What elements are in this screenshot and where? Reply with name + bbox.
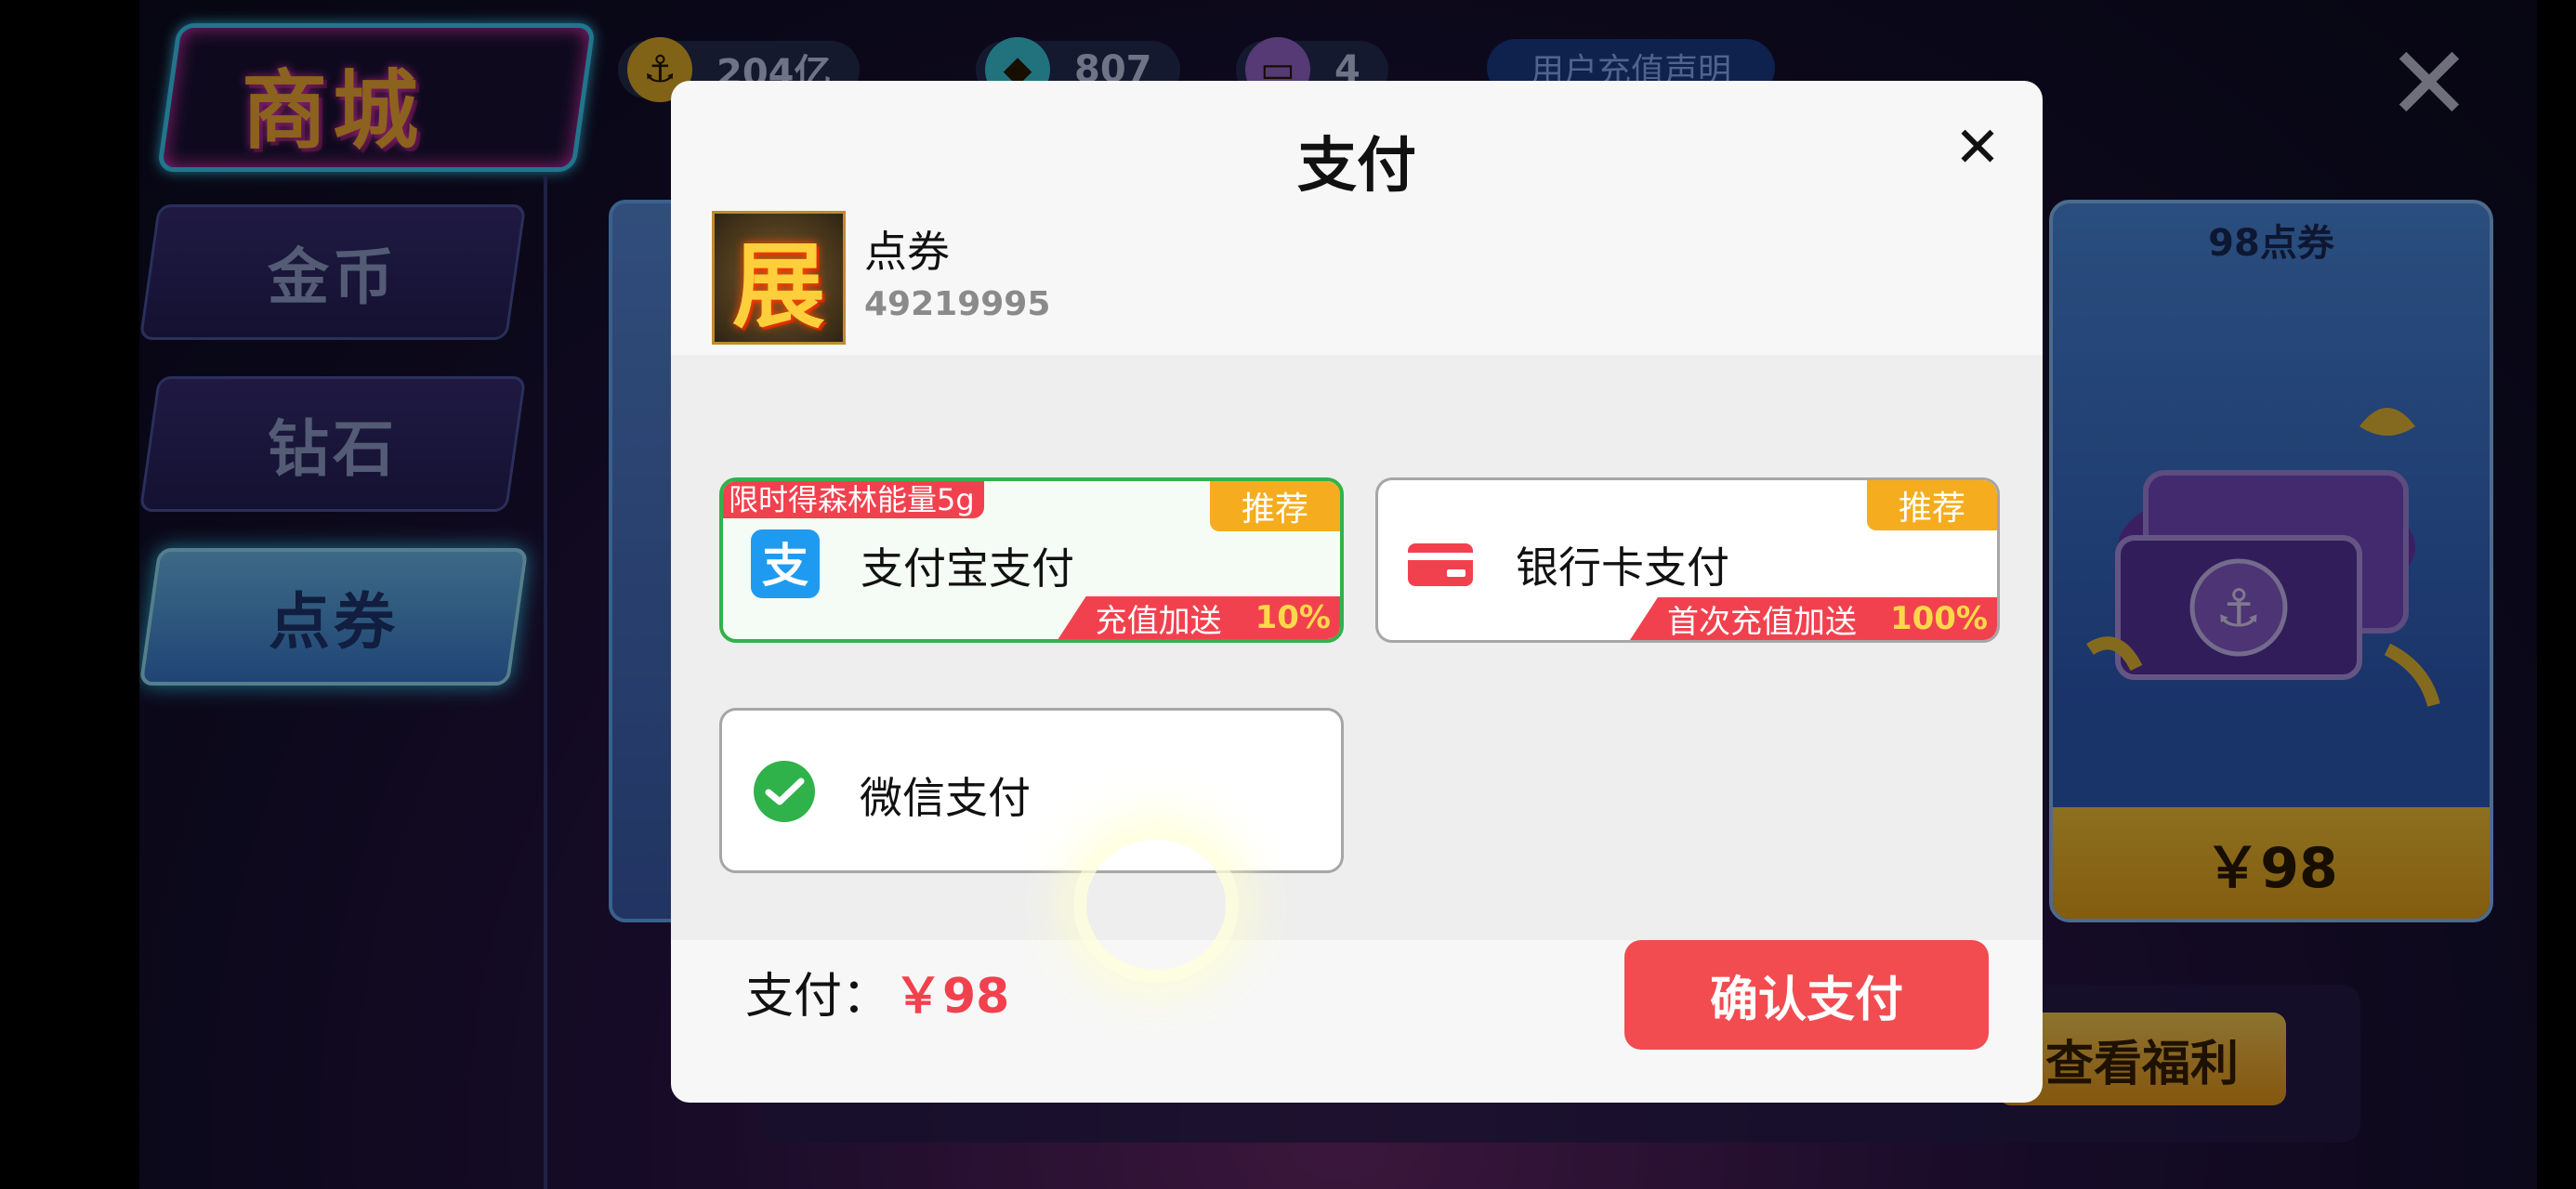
- payment-label: 银行卡支付: [1516, 542, 1729, 593]
- alipay-icon: 支: [751, 529, 820, 598]
- bonus-badge: 首次充值加送 100%: [1629, 597, 1997, 641]
- limited-offer-badge: 限时得森林能量5g: [723, 481, 984, 518]
- payment-option-alipay[interactable]: 限时得森林能量5g 支 支付宝支付 推荐 充值加送 10%: [719, 477, 1344, 643]
- payment-label: 微信支付: [860, 773, 1031, 823]
- svg-text:支: 支: [762, 539, 808, 593]
- payment-label: 支付宝支付: [861, 543, 1074, 594]
- bank-card-icon: [1406, 529, 1475, 597]
- product-thumbnail: 展: [712, 211, 846, 345]
- payment-methods: 限时得森林能量5g 支 支付宝支付 推荐 充值加送 10% 银行卡支付 推荐 首…: [671, 355, 2043, 940]
- recommend-badge: 推荐: [1210, 481, 1340, 531]
- payment-modal: 支付 ✕ 展 点券 49219995 限时得森林能量5g 支 支付宝支付 推荐 …: [671, 81, 2043, 1103]
- product-name: 点券: [864, 227, 950, 277]
- total-label: 支付：: [745, 969, 891, 1025]
- bonus-text: 充值加送: [1095, 602, 1222, 640]
- recommend-badge: 推荐: [1867, 480, 1997, 530]
- sparkle-effect: [1073, 827, 1239, 983]
- bonus-badge: 充值加送 10%: [1058, 596, 1340, 639]
- total-amount: ￥98: [894, 969, 1010, 1025]
- close-icon[interactable]: ✕: [1950, 120, 2005, 176]
- modal-title: 支付: [1297, 132, 1416, 201]
- payment-option-bank-card[interactable]: 银行卡支付 推荐 首次充值加送 100%: [1375, 477, 2000, 643]
- bonus-percent: 100%: [1889, 600, 1988, 637]
- bonus-percent: 10%: [1255, 599, 1331, 636]
- confirm-payment-button[interactable]: 确认支付: [1624, 940, 1989, 1050]
- payment-option-wechat[interactable]: 微信支付: [719, 708, 1344, 873]
- product-thumbnail-char: 展: [732, 231, 825, 341]
- product-id: 49219995: [864, 285, 1051, 323]
- wechat-icon: [750, 759, 819, 828]
- bonus-text: 首次充值加送: [1666, 603, 1857, 641]
